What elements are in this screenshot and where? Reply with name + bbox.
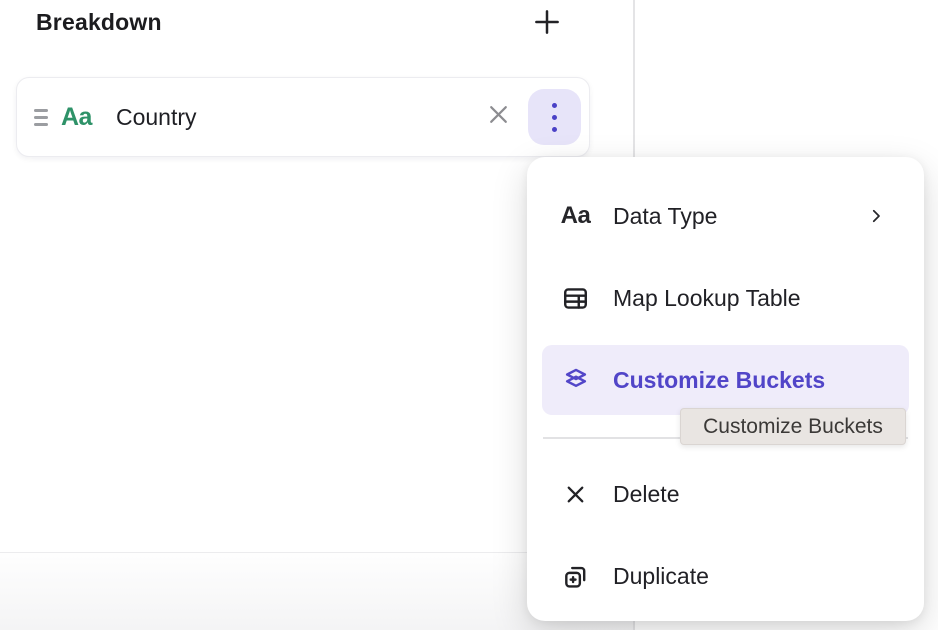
breakdown-field-card[interactable]: Aa Country [16, 77, 590, 157]
menu-item-label: Map Lookup Table [613, 285, 801, 312]
text-type-icon: Aa [61, 103, 92, 132]
field-label: Country [116, 104, 197, 131]
menu-item-label: Data Type [613, 203, 717, 230]
menu-item-label: Delete [613, 481, 679, 508]
remove-field-button[interactable] [484, 103, 512, 131]
menu-item-data-type[interactable]: Aa Data Type [542, 181, 909, 251]
table-icon [559, 284, 592, 313]
field-context-menu: Aa Data Type Map Lookup Table [527, 157, 924, 621]
menu-item-map-lookup-table[interactable]: Map Lookup Table [542, 263, 909, 333]
add-breakdown-button[interactable] [527, 4, 567, 44]
kebab-vertical-icon [552, 103, 557, 132]
drag-handle-icon[interactable] [34, 109, 48, 126]
chevron-right-icon [867, 207, 885, 225]
copy-plus-icon [559, 562, 592, 591]
field-options-button[interactable] [528, 89, 581, 145]
plus-icon [532, 7, 562, 42]
breakdown-panel: Breakdown Aa Country Aa Data Type [0, 0, 938, 630]
menu-item-duplicate[interactable]: Duplicate [542, 541, 909, 611]
menu-item-delete[interactable]: Delete [542, 459, 909, 529]
customize-buckets-tooltip: Customize Buckets [680, 408, 906, 445]
menu-item-label: Duplicate [613, 563, 709, 590]
menu-item-customize-buckets[interactable]: Customize Buckets [542, 345, 909, 415]
layers-icon [559, 366, 592, 394]
menu-item-label: Customize Buckets [613, 367, 825, 394]
x-icon [485, 101, 512, 133]
x-icon [559, 482, 592, 507]
page-title: Breakdown [36, 9, 162, 36]
text-format-icon: Aa [559, 202, 592, 230]
